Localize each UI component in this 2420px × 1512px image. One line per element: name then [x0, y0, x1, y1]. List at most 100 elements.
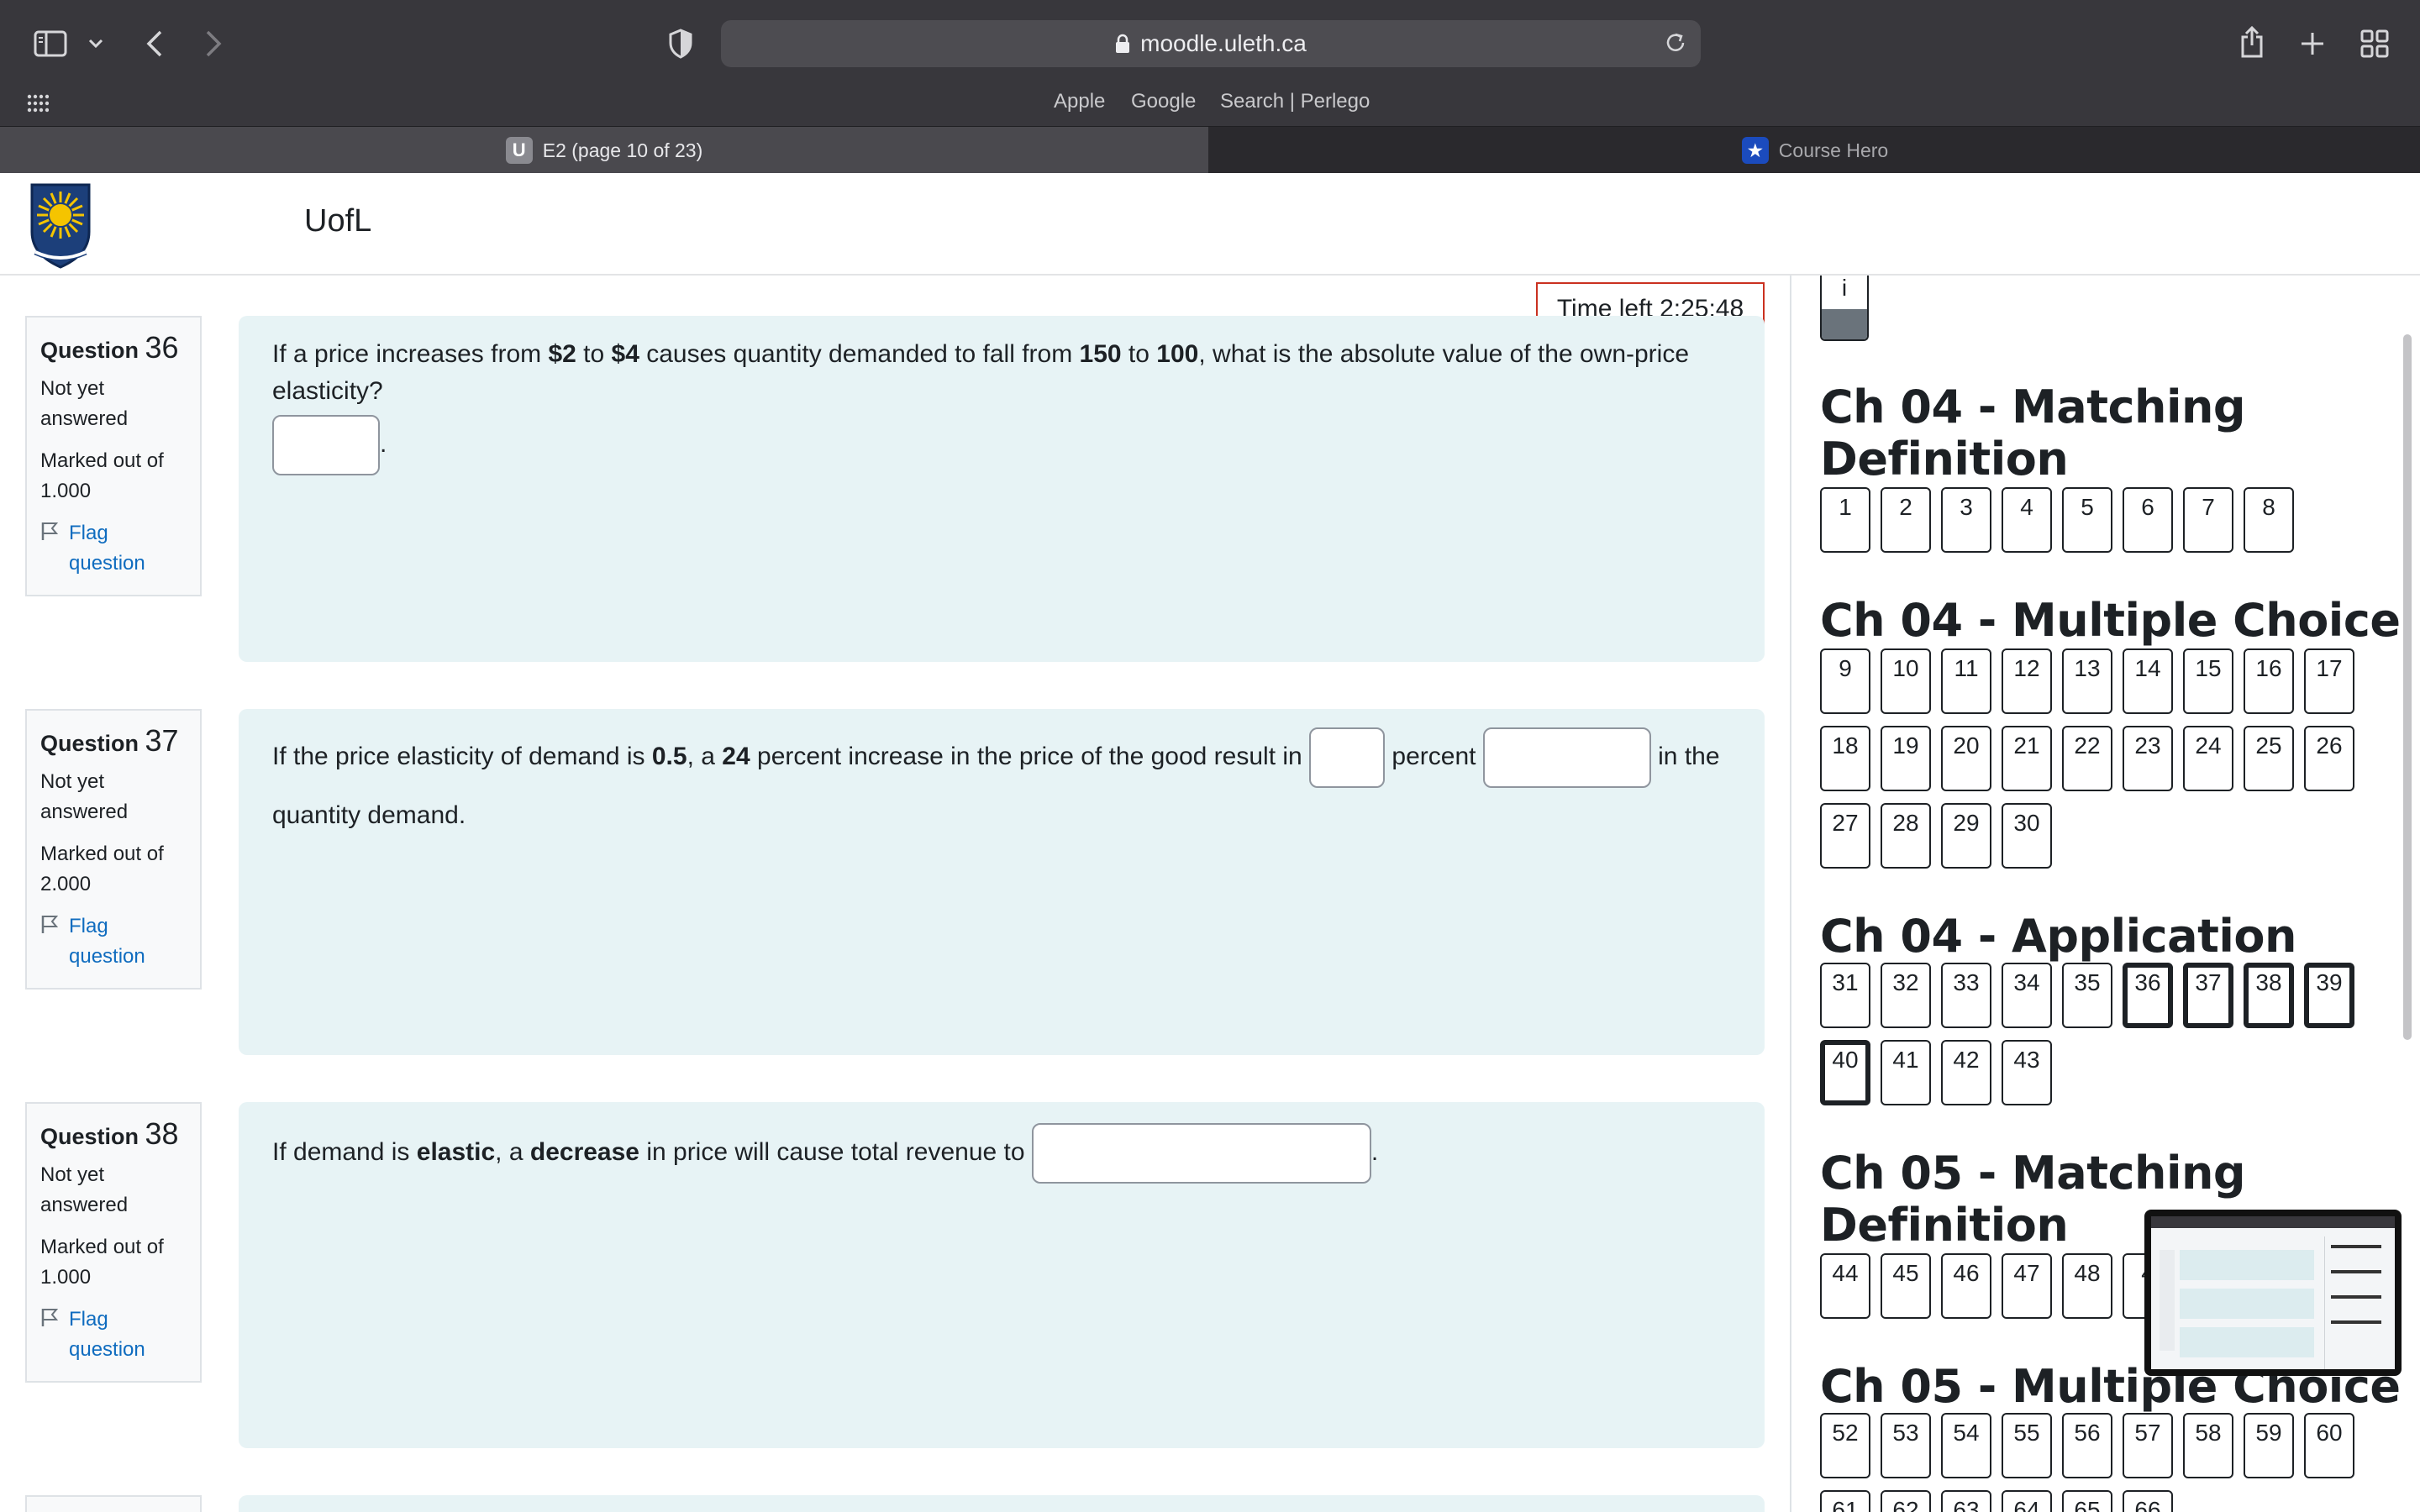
direction-input[interactable]: [1482, 727, 1651, 788]
nav-question-button[interactable]: 38: [2244, 963, 2294, 1028]
nav-question-button[interactable]: 66: [2123, 1490, 2173, 1512]
nav-question-button[interactable]: 21: [2002, 726, 2052, 791]
nav-question-button[interactable]: 55: [2002, 1413, 2052, 1478]
nav-question-button[interactable]: 19: [1881, 726, 1931, 791]
share-icon[interactable]: [2233, 22, 2270, 62]
nav-question-button[interactable]: 37: [2183, 963, 2233, 1028]
favorite-apple[interactable]: Apple: [1054, 87, 1105, 126]
question-content: If demand is elastic, a decrease in pric…: [239, 1102, 1765, 1448]
question-text: If demand is elastic, a decrease in pric…: [272, 1121, 1731, 1184]
nav-question-button[interactable]: 44: [1820, 1253, 1870, 1319]
nav-question-button[interactable]: 58: [2183, 1413, 2233, 1478]
chevron-down-icon[interactable]: [84, 32, 108, 55]
tab-course-hero[interactable]: ★ Course Hero: [1210, 127, 2420, 174]
nav-question-button[interactable]: 13: [2062, 648, 2112, 714]
nav-question-button[interactable]: 53: [1881, 1413, 1931, 1478]
question-info: Question 38 Not yet answered Marked out …: [25, 1102, 202, 1383]
nav-question-button[interactable]: 23: [2123, 726, 2173, 791]
nav-question-button[interactable]: 9: [1820, 648, 1870, 714]
browser-toolbar: moodle.uleth.ca: [0, 0, 2420, 87]
nav-question-button[interactable]: 4: [2002, 487, 2052, 553]
flag-question-link[interactable]: Flag question: [40, 1305, 187, 1365]
nav-question-button[interactable]: 59: [2244, 1413, 2294, 1478]
address-bar[interactable]: moodle.uleth.ca: [721, 20, 1701, 67]
nav-question-button[interactable]: 54: [1941, 1413, 1991, 1478]
nav-question-button[interactable]: 8: [2244, 487, 2294, 553]
nav-question-button[interactable]: 39: [2304, 963, 2354, 1028]
nav-question-button[interactable]: 17: [2304, 648, 2354, 714]
nav-question-button[interactable]: 62: [1881, 1490, 1931, 1512]
nav-question-button[interactable]: 36: [2123, 963, 2173, 1028]
nav-question-button[interactable]: 16: [2244, 648, 2294, 714]
nav-question-button[interactable]: 6: [2123, 487, 2173, 553]
forward-icon[interactable]: [197, 25, 230, 62]
question-number: Question 38: [40, 1116, 179, 1151]
nav-question-button[interactable]: 7: [2183, 487, 2233, 553]
nav-question-button[interactable]: 12: [2002, 648, 2052, 714]
nav-question-button[interactable]: 46: [1941, 1253, 1991, 1319]
new-tab-icon[interactable]: [2294, 25, 2331, 62]
nav-question-button[interactable]: 22: [2062, 726, 2112, 791]
nav-question-button[interactable]: 48: [2062, 1253, 2112, 1319]
nav-question-button[interactable]: 27: [1820, 803, 1870, 869]
nav-question-button[interactable]: 64: [2002, 1490, 2052, 1512]
flag-question-link[interactable]: Flag question: [40, 518, 187, 579]
nav-question-button[interactable]: 10: [1881, 648, 1931, 714]
favorite-perlego[interactable]: Search | Perlego: [1220, 87, 1370, 126]
nav-question-button[interactable]: 11: [1941, 648, 1991, 714]
nav-question-button[interactable]: 2: [1881, 487, 1931, 553]
percent-input[interactable]: [1309, 727, 1386, 788]
nav-question-button[interactable]: 14: [2123, 648, 2173, 714]
screen-thumbnail-preview[interactable]: [2144, 1210, 2402, 1376]
nav-question-button[interactable]: 61: [1820, 1490, 1870, 1512]
reload-icon[interactable]: [1664, 31, 1687, 60]
nav-question-button[interactable]: 26: [2304, 726, 2354, 791]
back-icon[interactable]: [138, 25, 171, 62]
nav-question-button[interactable]: 40: [1820, 1040, 1870, 1105]
nav-question-button[interactable]: 57: [2123, 1413, 2173, 1478]
privacy-shield-icon[interactable]: [664, 25, 697, 62]
section-heading: Ch 04 - Multiple Choice: [1820, 594, 2401, 647]
revenue-answer-input[interactable]: [1031, 1123, 1371, 1184]
nav-question-button[interactable]: 47: [2002, 1253, 2052, 1319]
nav-question-button[interactable]: 28: [1881, 803, 1931, 869]
nav-question-button[interactable]: 25: [2244, 726, 2294, 791]
nav-question-button[interactable]: 30: [2002, 803, 2052, 869]
apps-grid-icon[interactable]: [25, 91, 50, 116]
sidebar-toggle-icon[interactable]: [32, 25, 69, 62]
nav-question-button[interactable]: 31: [1820, 963, 1870, 1028]
drawer-scrollbar[interactable]: [2403, 334, 2412, 1040]
nav-question-button[interactable]: 52: [1820, 1413, 1870, 1478]
nav-question-button[interactable]: 43: [2002, 1040, 2052, 1105]
nav-question-button[interactable]: 56: [2062, 1413, 2112, 1478]
nav-question-button[interactable]: 65: [2062, 1490, 2112, 1512]
question-number: Question 37: [40, 723, 179, 758]
nav-question-button[interactable]: 3: [1941, 487, 1991, 553]
tab-overview-icon[interactable]: [2356, 25, 2393, 62]
tab-exam[interactable]: U E2 (page 10 of 23): [0, 127, 1208, 174]
nav-question-button[interactable]: 1: [1820, 487, 1870, 553]
question-grade: Marked out of 1.000: [40, 449, 164, 502]
nav-question-button[interactable]: 60: [2304, 1413, 2354, 1478]
nav-question-button[interactable]: 35: [2062, 963, 2112, 1028]
info-button[interactable]: i: [1820, 276, 1869, 341]
nav-question-button[interactable]: 32: [1881, 963, 1931, 1028]
favorite-google[interactable]: Google: [1131, 87, 1196, 126]
nav-question-button[interactable]: 33: [1941, 963, 1991, 1028]
nav-question-button[interactable]: 24: [2183, 726, 2233, 791]
nav-question-button[interactable]: 42: [1941, 1040, 1991, 1105]
university-logo[interactable]: [27, 180, 94, 270]
answer-input[interactable]: [272, 415, 380, 475]
nav-question-button[interactable]: 5: [2062, 487, 2112, 553]
nav-question-button[interactable]: 34: [2002, 963, 2052, 1028]
nav-question-button[interactable]: 15: [2183, 648, 2233, 714]
nav-question-button[interactable]: 45: [1881, 1253, 1931, 1319]
site-name[interactable]: UofL: [304, 203, 371, 239]
question-info: [25, 1495, 202, 1512]
nav-question-button[interactable]: 29: [1941, 803, 1991, 869]
nav-question-button[interactable]: 63: [1941, 1490, 1991, 1512]
nav-question-button[interactable]: 18: [1820, 726, 1870, 791]
nav-question-button[interactable]: 20: [1941, 726, 1991, 791]
flag-question-link[interactable]: Flag question: [40, 911, 187, 972]
nav-question-button[interactable]: 41: [1881, 1040, 1931, 1105]
